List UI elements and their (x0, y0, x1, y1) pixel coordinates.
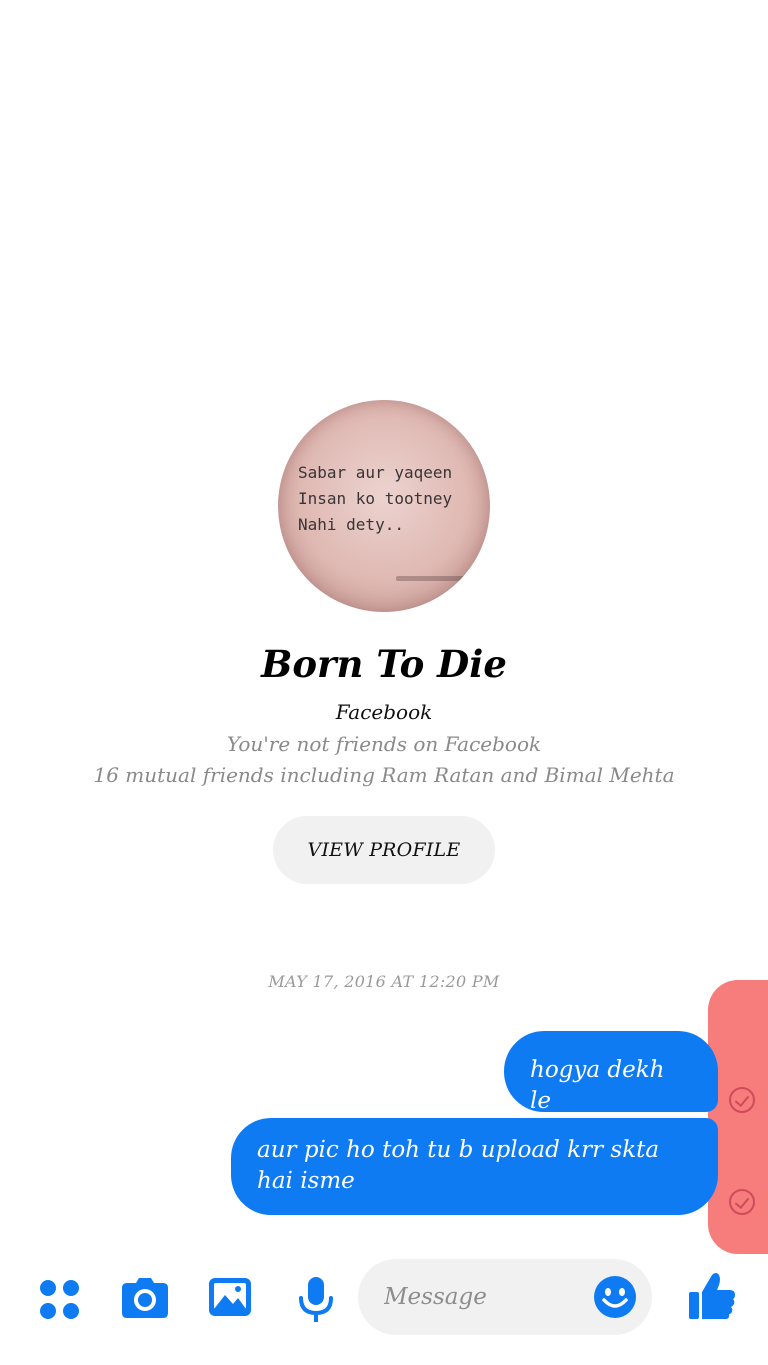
profile-avatar[interactable]: Sabar aur yaqeen Insan ko tootney Nahi d… (278, 400, 490, 612)
view-profile-button[interactable]: VIEW PROFILE (273, 816, 495, 884)
avatar-watermark (396, 576, 476, 581)
sent-check-icon (729, 1087, 755, 1113)
thumbs-up-icon[interactable] (688, 1271, 736, 1321)
message-input[interactable] (384, 1277, 584, 1317)
avatar-caption: Sabar aur yaqeen Insan ko tootney Nahi d… (298, 463, 453, 534)
emoji-icon[interactable] (593, 1275, 637, 1319)
camera-icon[interactable] (121, 1277, 169, 1319)
microphone-icon[interactable] (298, 1276, 334, 1324)
friend-status: You're not friends on Facebook (226, 732, 542, 756)
apps-icon[interactable] (39, 1279, 81, 1321)
message-input-container (358, 1259, 652, 1335)
message-timestamp: MAY 17, 2016 AT 12:20 PM (268, 972, 500, 991)
image-icon[interactable] (208, 1277, 252, 1317)
profile-source: Facebook (335, 700, 433, 724)
message-bubble[interactable]: hogya dekh le (504, 1031, 718, 1114)
mutual-friends: 16 mutual friends including Ram Ratan an… (93, 763, 675, 787)
profile-name: Born To Die (261, 642, 507, 686)
composer-toolbar (0, 1255, 768, 1365)
sent-check-icon (729, 1189, 755, 1215)
message-bubble[interactable]: aur pic ho toh tu b upload krr skta hai … (231, 1118, 718, 1215)
